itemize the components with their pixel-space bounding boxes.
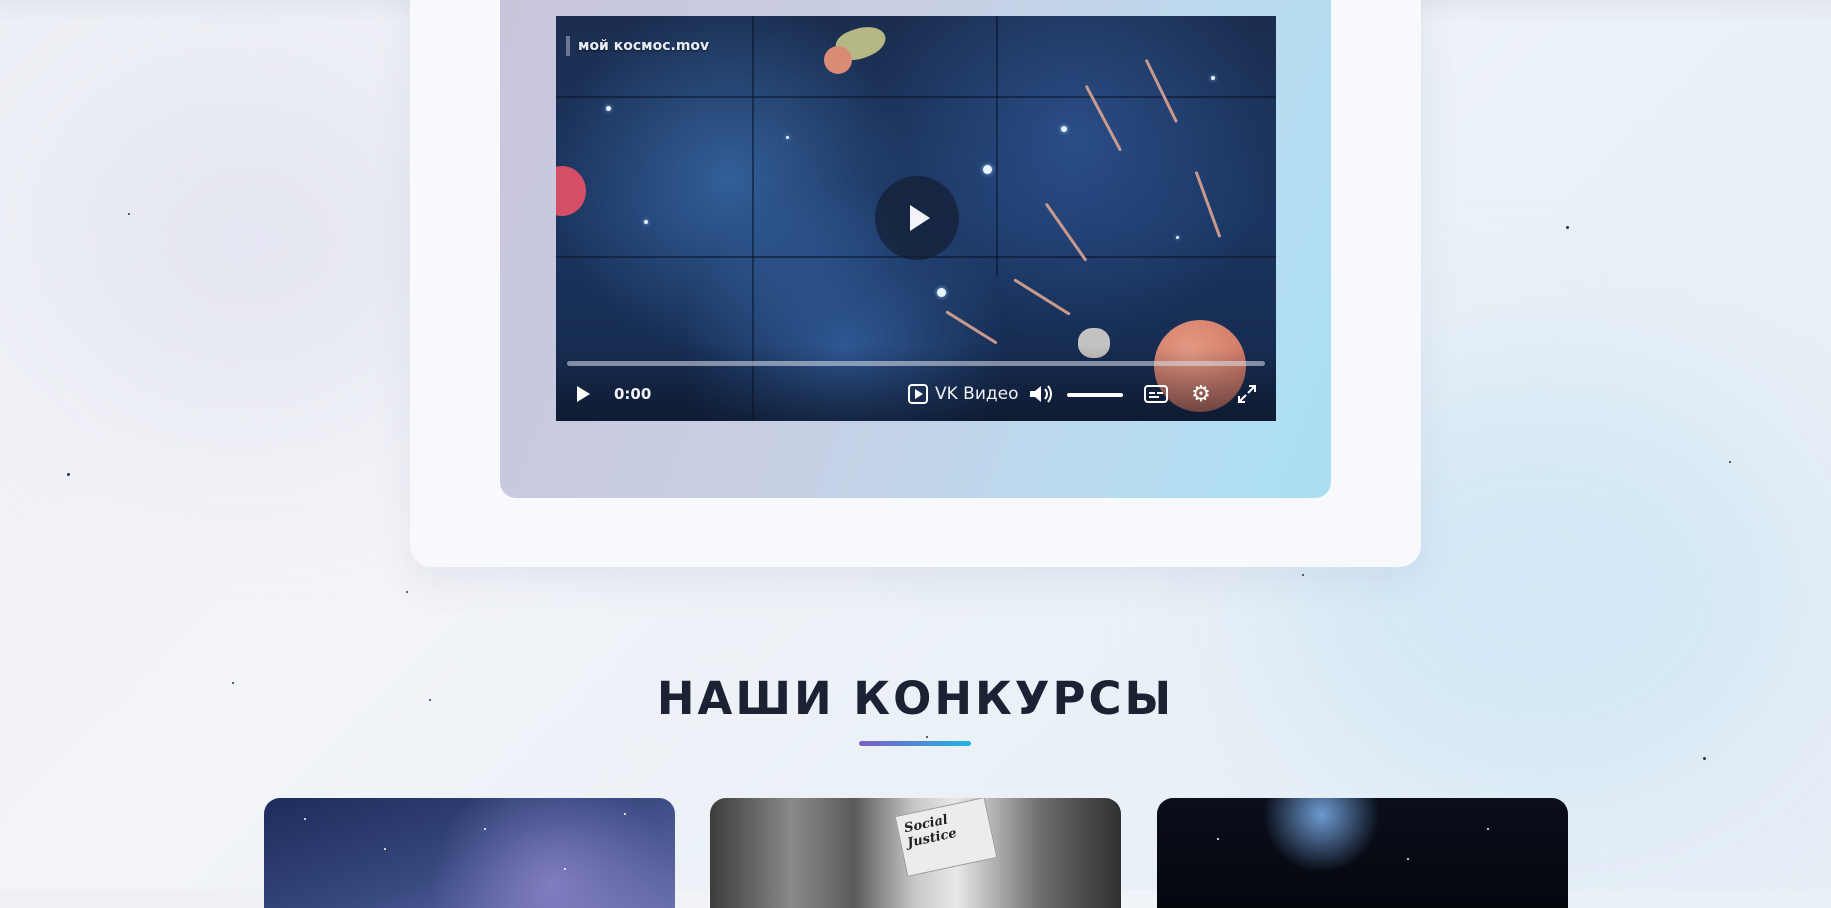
section-title: НАШИ КОНКУРСЫ — [656, 672, 1175, 725]
volume-slider[interactable] — [1067, 393, 1123, 397]
star — [1217, 838, 1219, 840]
star — [624, 813, 626, 815]
title-underline — [859, 741, 971, 746]
star — [304, 818, 306, 820]
progress-bar[interactable] — [567, 361, 1265, 366]
contest-card-newspaper[interactable]: Social Justice — [710, 798, 1121, 908]
small-planet — [824, 46, 852, 74]
frame-seam — [996, 16, 998, 276]
video-player[interactable]: мой космос.mov 0:00 VK Видео ⚙ — [556, 16, 1276, 421]
background-dot — [1729, 461, 1731, 463]
star — [1061, 126, 1067, 132]
background-dot — [128, 213, 130, 215]
newspaper: Social Justice — [894, 798, 998, 877]
background-dot — [926, 736, 928, 738]
fullscreen-icon[interactable] — [1234, 380, 1260, 408]
video-title[interactable]: мой космос.mov — [578, 38, 709, 54]
star — [1407, 858, 1409, 860]
frame-seam — [556, 96, 1276, 98]
star — [983, 165, 992, 174]
contest-card-night-sky[interactable] — [1157, 798, 1568, 908]
vk-video-link[interactable]: VK Видео — [908, 380, 1019, 408]
contest-card-starry-sky[interactable] — [264, 798, 675, 908]
background-dot — [406, 591, 408, 593]
title-bar — [566, 36, 570, 56]
star — [644, 220, 648, 224]
gear-icon[interactable]: ⚙ — [1187, 380, 1215, 408]
background-dot — [1302, 574, 1304, 576]
background-dot — [1566, 226, 1569, 229]
star — [937, 288, 946, 297]
star — [1487, 828, 1489, 830]
volume-icon[interactable] — [1026, 380, 1056, 408]
background-dot — [67, 473, 70, 476]
star — [606, 106, 611, 111]
video-title-row: мой космос.mov — [566, 36, 709, 56]
subtitles-icon[interactable] — [1142, 380, 1170, 408]
star — [1211, 76, 1215, 80]
star — [484, 828, 486, 830]
background-glow — [40, 60, 460, 420]
star — [1176, 236, 1179, 239]
star — [384, 848, 386, 850]
time-display: 0:00 — [614, 385, 652, 403]
star — [786, 136, 789, 139]
newspaper-headline: Social Justice — [902, 812, 959, 851]
brand-label: VK Видео — [935, 384, 1019, 404]
vk-video-logo-icon — [908, 384, 928, 404]
play-button[interactable] — [875, 176, 959, 260]
play-icon[interactable] — [570, 380, 596, 408]
star — [564, 868, 566, 870]
background-dot — [1703, 757, 1706, 760]
